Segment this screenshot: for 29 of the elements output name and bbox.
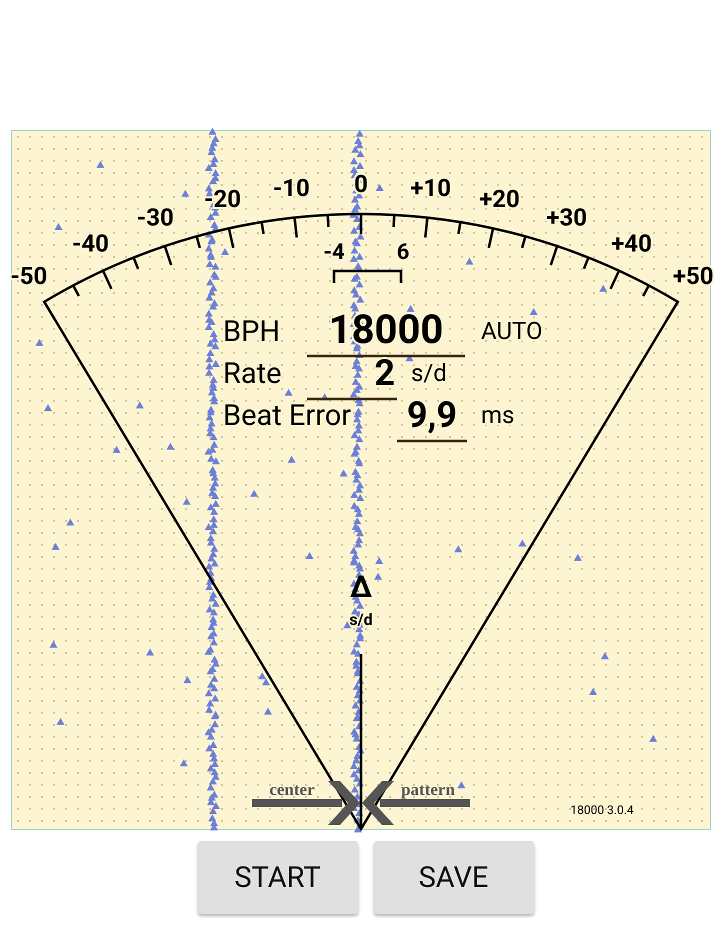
reading-label: Beat Error: [223, 399, 352, 433]
version-label: 18000 3.0.4: [570, 803, 634, 817]
reading-label: BPH: [223, 315, 280, 349]
value-line: [397, 440, 467, 442]
action-button[interactable]: SAVE: [374, 841, 534, 914]
center-label: center: [269, 780, 315, 799]
scale-label: -50: [10, 262, 48, 290]
scale-label: -30: [136, 204, 174, 232]
scale-label: +40: [611, 229, 652, 258]
arrow-icon: [252, 781, 360, 825]
scale-label: +10: [410, 174, 451, 202]
scale-label: -10: [272, 174, 310, 202]
delta-symbol: Δ: [350, 570, 372, 605]
reading-value: 9,9: [406, 394, 458, 436]
reading-unit: s/d: [411, 359, 447, 387]
reading-unit: ms: [481, 401, 514, 429]
pattern-label: pattern: [401, 780, 455, 799]
scale-label: -40: [72, 229, 109, 258]
bracket-label: -4: [323, 240, 345, 265]
reading-value: 2: [374, 352, 395, 394]
action-button[interactable]: START: [198, 841, 358, 914]
reading-unit: AUTO: [481, 317, 543, 345]
scale-label: +30: [546, 204, 588, 232]
scale-label: +50: [672, 262, 714, 290]
scale-label: +20: [479, 185, 520, 214]
arrow-icon: [362, 781, 470, 825]
bracket-label: 6: [396, 240, 410, 265]
unit-label: s/d: [349, 610, 373, 629]
reading-label: Rate: [223, 357, 282, 391]
